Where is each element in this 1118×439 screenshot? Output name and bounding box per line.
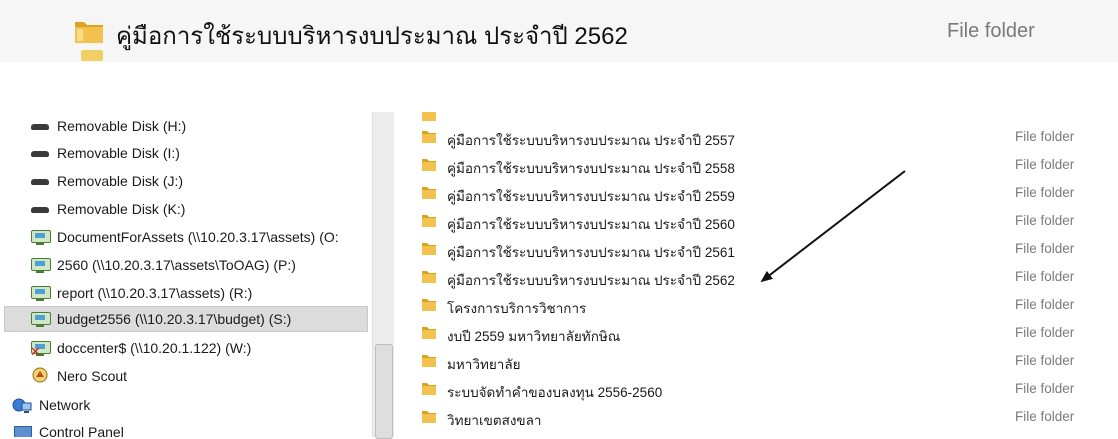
nav-item-doccenter[interactable]: ✕ doccenter$ (\\10.20.1.122) (W:) xyxy=(30,336,251,360)
file-name: คู่มือการใช้ระบบบริหารงบประมาณ ประจำปี 2… xyxy=(447,133,735,148)
file-row[interactable]: งบปี 2559 มหาวิทยาลัยทักษิณ File folder xyxy=(394,320,1118,346)
nav-item-label: Control Panel xyxy=(39,424,124,437)
disconnected-network-drive-icon: ✕ xyxy=(30,339,51,358)
folder-icon xyxy=(422,271,436,283)
nav-item-label: Nero Scout xyxy=(57,368,128,384)
file-name: คู่มือการใช้ระบบบริหารงบประมาณ ประจำปี 2… xyxy=(447,189,735,204)
folder-icon xyxy=(422,383,436,395)
folder-icon xyxy=(422,112,436,121)
nav-item-label: Removable Disk (I:) xyxy=(57,145,180,161)
folder-icon xyxy=(422,327,436,339)
file-type: File folder xyxy=(1015,381,1075,396)
nav-item-report[interactable]: report (\\10.20.3.17\assets) (R:) xyxy=(30,281,252,305)
nav-item-label: DocumentForAssets (\\10.20.3.17\assets) … xyxy=(57,229,339,245)
file-row[interactable]: คู่มือการใช้ระบบบริหารงบประมาณ ประจำปี 2… xyxy=(394,152,1118,178)
network-drive-icon xyxy=(30,284,51,302)
file-row[interactable]: คู่มือการใช้ระบบบริหารงบประมาณ ประจำปี 2… xyxy=(394,236,1118,262)
file-type: File folder xyxy=(1015,325,1075,340)
nero-scout-icon xyxy=(30,367,50,385)
folder-type: File folder xyxy=(947,20,1035,42)
network-icon xyxy=(12,396,32,414)
network-drive-icon xyxy=(30,310,51,328)
file-row[interactable]: คู่มือการใช้ระบบบริหารงบประมาณ ประจำปี 2… xyxy=(394,264,1118,290)
network-drive-icon xyxy=(30,228,51,246)
removable-disk-icon xyxy=(30,200,50,218)
zoomed-folder-row[interactable]: คู่มือการใช้ระบบบริหารงบประมาณ ประจำปี 2… xyxy=(0,0,1118,62)
folder-icon-partial xyxy=(81,50,103,61)
file-row[interactable]: มหาวิทยาลัย File folder xyxy=(394,348,1118,374)
folder-icon xyxy=(422,355,436,367)
folder-icon xyxy=(422,299,436,311)
file-name: คู่มือการใช้ระบบบริหารงบประมาณ ประจำปี 2… xyxy=(447,273,735,288)
nav-item-2560[interactable]: 2560 (\\10.20.3.17\assets\ToOAG) (P:) xyxy=(30,253,296,277)
nav-item-label: Removable Disk (J:) xyxy=(57,173,184,189)
nav-item-removable-disk-k[interactable]: Removable Disk (K:) xyxy=(30,197,185,221)
file-type: File folder xyxy=(1015,409,1075,424)
file-name: คู่มือการใช้ระบบบริหารงบประมาณ ประจำปี 2… xyxy=(447,245,735,260)
nav-item-budget2556[interactable]: budget2556 (\\10.20.3.17\budget) (S:) xyxy=(4,306,368,332)
file-row[interactable]: คู่มือการใช้ระบบบริหารงบประมาณ ประจำปี 2… xyxy=(394,180,1118,206)
nav-item-control-panel[interactable]: Control Panel xyxy=(12,420,124,437)
folder-icon xyxy=(422,159,436,171)
nav-item-removable-disk-j[interactable]: Removable Disk (J:) xyxy=(30,169,183,193)
file-row[interactable]: วิทยาเขตสงขลา File folder xyxy=(394,404,1118,430)
nav-item-label: Removable Disk (H:) xyxy=(57,118,187,134)
nav-item-label: doccenter$ (\\10.20.1.122) (W:) xyxy=(57,340,252,356)
nav-item-label: report (\\10.20.3.17\assets) (R:) xyxy=(57,285,253,301)
network-drive-icon xyxy=(30,256,51,274)
removable-disk-icon xyxy=(30,117,50,135)
nav-item-removable-disk-i[interactable]: Removable Disk (I:) xyxy=(30,141,180,165)
folder-icon xyxy=(422,411,436,423)
folder-icon xyxy=(75,22,103,43)
folder-icon xyxy=(422,131,436,143)
folder-icon xyxy=(422,243,436,255)
folder-icon xyxy=(422,187,436,199)
file-type: File folder xyxy=(1015,157,1075,172)
file-type: File folder xyxy=(1015,241,1075,256)
file-row[interactable]: โครงการบริการวิชาการ File folder xyxy=(394,292,1118,318)
file-name: มหาวิทยาลัย xyxy=(447,357,521,372)
nav-item-nero-scout[interactable]: Nero Scout xyxy=(30,364,127,388)
file-list: คู่มือการใช้ระบบบริหารงบประมาณ ประจำปี 2… xyxy=(394,112,1118,437)
folder-name: คู่มือการใช้ระบบบริหารงบประมาณ ประจำปี 2… xyxy=(116,23,628,50)
nav-item-removable-disk-h[interactable]: Removable Disk (H:) xyxy=(30,114,186,138)
file-type: File folder xyxy=(1015,129,1075,144)
nav-item-label: Network xyxy=(39,397,91,413)
file-name: งบปี 2559 มหาวิทยาลัยทักษิณ xyxy=(447,329,621,344)
file-type: File folder xyxy=(1015,297,1075,312)
navigation-pane: Removable Disk (H:) Removable Disk (I:) … xyxy=(0,112,372,437)
file-row[interactable]: คู่มือการใช้ระบบบริหารงบประมาณ ประจำปี 2… xyxy=(394,208,1118,234)
file-type: File folder xyxy=(1015,353,1075,368)
file-name: คู่มือการใช้ระบบบริหารงบประมาณ ประจำปี 2… xyxy=(447,161,735,176)
file-name: ระบบจัดทำคำของบลงทุน 2556-2560 xyxy=(447,385,663,400)
file-name: วิทยาเขตสงขลา xyxy=(447,413,542,428)
nav-scrollbar[interactable] xyxy=(372,112,395,439)
file-row[interactable]: คู่มือการใช้ระบบบริหารงบประมาณ ประจำปี 2… xyxy=(394,124,1118,150)
file-name: คู่มือการใช้ระบบบริหารงบประมาณ ประจำปี 2… xyxy=(447,217,735,232)
removable-disk-icon xyxy=(30,144,50,162)
nav-item-network[interactable]: Network xyxy=(12,393,90,417)
control-panel-icon xyxy=(12,423,32,437)
file-row[interactable]: ระบบจัดทำคำของบลงทุน 2556-2560 File fold… xyxy=(394,376,1118,402)
nav-item-label: 2560 (\\10.20.3.17\assets\ToOAG) (P:) xyxy=(57,257,296,273)
file-name: โครงการบริการวิชาการ xyxy=(447,301,587,316)
scrollbar-thumb[interactable] xyxy=(375,344,393,439)
folder-icon xyxy=(422,215,436,227)
nav-item-documentforassets[interactable]: DocumentForAssets (\\10.20.3.17\assets) … xyxy=(30,225,339,249)
file-type: File folder xyxy=(1015,185,1075,200)
nav-item-label: budget2556 (\\10.20.3.17\budget) (S:) xyxy=(57,311,292,327)
removable-disk-icon xyxy=(30,172,50,190)
file-type: File folder xyxy=(1015,269,1075,284)
nav-item-label: Removable Disk (K:) xyxy=(57,201,186,217)
file-type: File folder xyxy=(1015,213,1075,228)
